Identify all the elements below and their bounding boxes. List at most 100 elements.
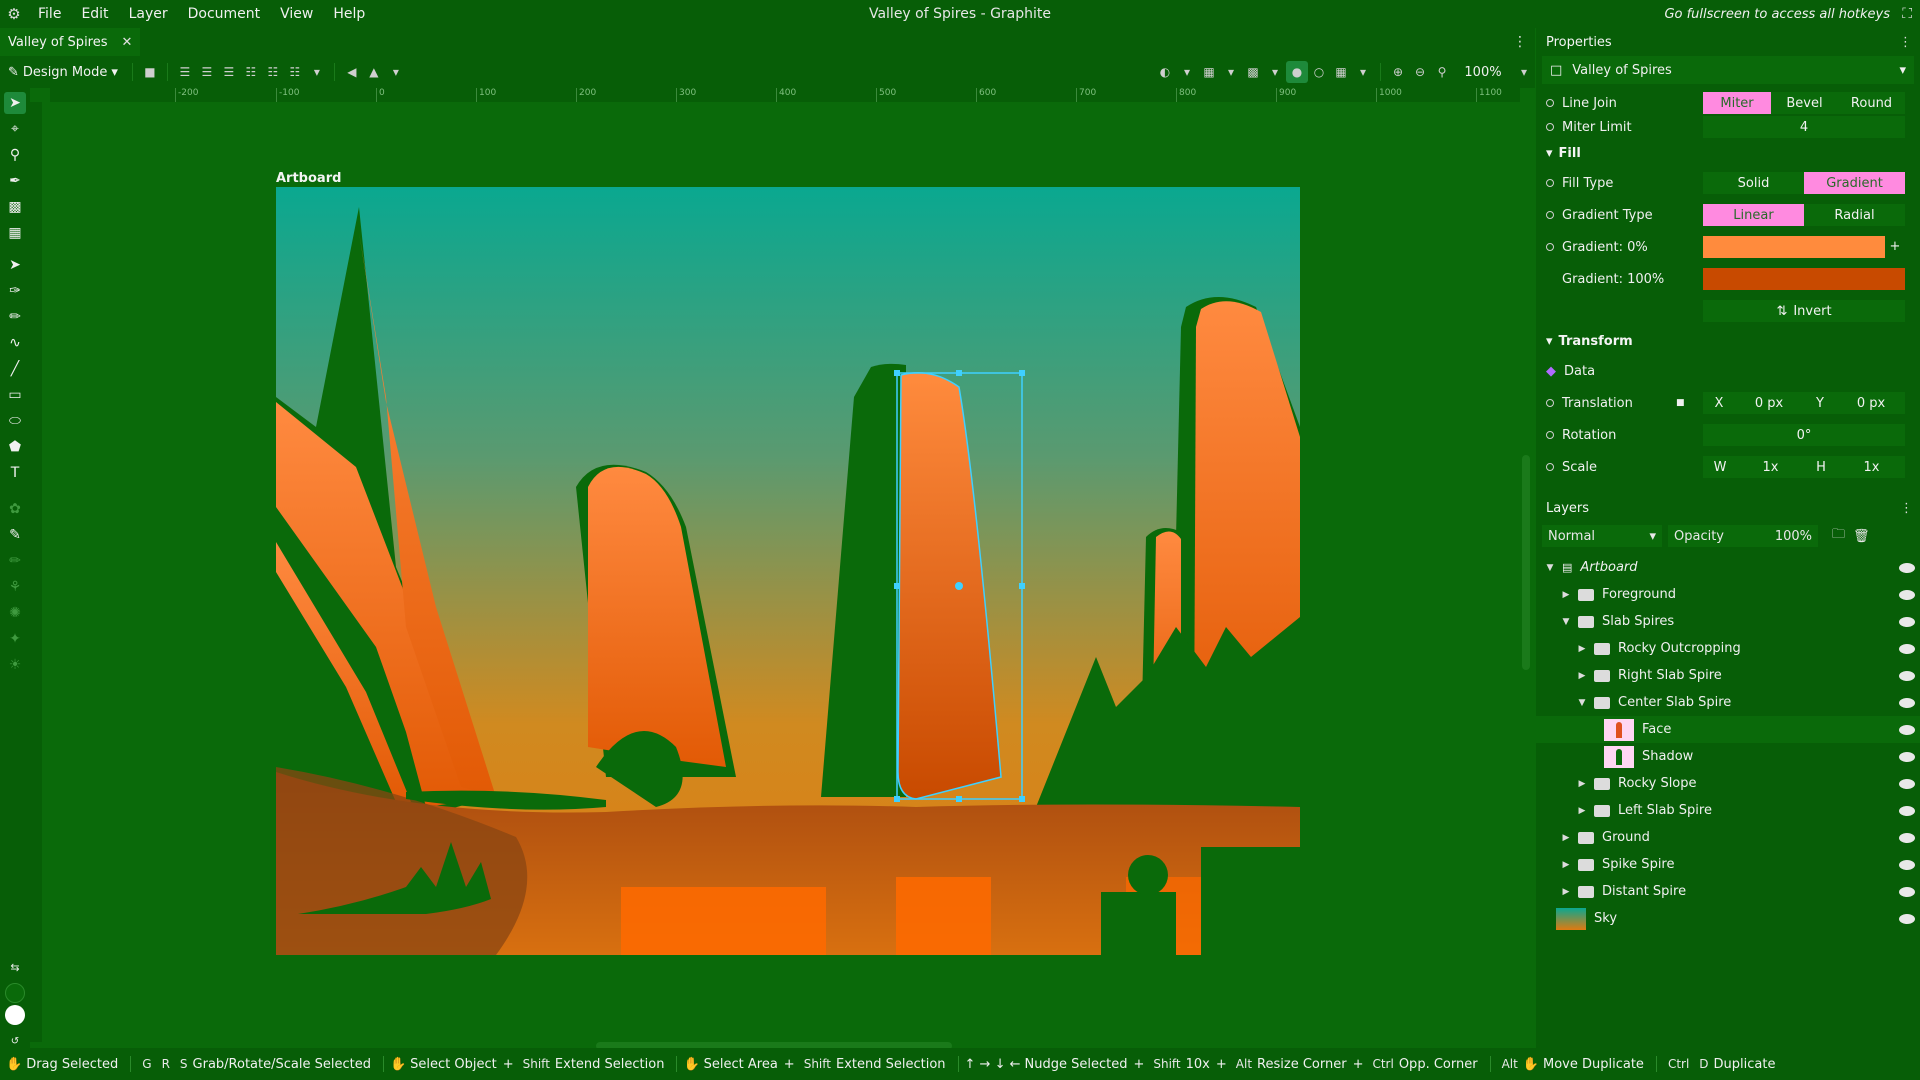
layer-row-rocky-outcropping[interactable]: ▶ Rocky Outcropping [1536, 635, 1920, 662]
handle-top-right[interactable] [1019, 370, 1025, 376]
gradient-stop-0-swatch[interactable] [1703, 236, 1885, 258]
line-join-bevel-button[interactable]: Bevel [1771, 92, 1838, 114]
handle-bottom-left[interactable] [894, 796, 900, 802]
line-join-miter-button[interactable]: Miter [1703, 92, 1771, 114]
text-tool-icon[interactable]: T [4, 462, 26, 484]
layer-row-slab-spires[interactable]: ▼ Slab Spires [1536, 608, 1920, 635]
fullscreen-icon[interactable]: ⛶ [1902, 6, 1912, 22]
keyframe-icon[interactable] [1546, 123, 1554, 131]
snapping-icon[interactable]: ◐ [1154, 61, 1176, 83]
align-top-icon[interactable]: ☷ [240, 61, 262, 83]
keyframe-icon[interactable] [1546, 463, 1554, 471]
menu-document[interactable]: Document [178, 6, 271, 22]
fill-gradient-button[interactable]: Gradient [1804, 172, 1905, 194]
translation-y-input[interactable]: 0 px [1837, 392, 1905, 414]
zoom-options-icon[interactable]: ▾ [1513, 61, 1535, 83]
menu-edit[interactable]: Edit [71, 6, 118, 22]
layer-row-left-slab-spire[interactable]: ▶ Left Slab Spire [1536, 797, 1920, 824]
zoom-reset-icon[interactable]: ⚲ [1431, 61, 1453, 83]
gradient-tool-icon[interactable]: ▦ [4, 222, 26, 244]
link-icon[interactable]: ■ [1676, 398, 1685, 408]
rotation-input[interactable]: 0° [1703, 424, 1905, 446]
layer-row-distant-spire[interactable]: ▶ Distant Spire [1536, 878, 1920, 905]
tab-menu-icon[interactable]: ⋮ [1513, 34, 1527, 50]
spline-tool-icon[interactable]: ∿ [4, 332, 26, 354]
graphite-logo-icon[interactable]: ⚙ [0, 0, 28, 28]
handle-middle-right[interactable] [1019, 583, 1025, 589]
pivot-icon[interactable]: ■ [139, 61, 161, 83]
miter-limit-input[interactable]: 4 [1703, 116, 1905, 138]
fill-section-header[interactable]: ▾ Fill [1546, 146, 1581, 161]
layer-row-shadow[interactable]: Shadow [1536, 743, 1920, 770]
select-tool-icon[interactable]: ➤ [4, 92, 26, 114]
visibility-eye-icon[interactable] [1899, 859, 1915, 870]
flip-vertical-icon[interactable]: ▲ [363, 61, 385, 83]
expand-arrow-icon[interactable]: ▶ [1560, 887, 1572, 897]
design-mode-dropdown[interactable]: ✎ Design Mode ▾ [0, 65, 126, 80]
align-bottom-icon[interactable]: ☷ [284, 61, 306, 83]
visibility-eye-icon[interactable] [1899, 697, 1915, 708]
new-folder-icon[interactable]: 🗀 [1832, 525, 1845, 547]
visibility-eye-icon[interactable] [1899, 670, 1915, 681]
visibility-eye-icon[interactable] [1899, 778, 1915, 789]
collapse-arrow-icon[interactable]: ▼ [1560, 617, 1572, 627]
overlays-options-icon[interactable]: ▾ [1264, 61, 1286, 83]
swap-colors-icon[interactable]: ⇆ [4, 956, 26, 978]
align-center-icon[interactable]: ☰ [196, 61, 218, 83]
visibility-eye-icon[interactable] [1899, 832, 1915, 843]
grid-options-icon[interactable]: ▾ [1220, 61, 1242, 83]
flip-more-icon[interactable]: ▾ [385, 61, 407, 83]
expand-arrow-icon[interactable]: ▶ [1576, 779, 1588, 789]
menu-help[interactable]: Help [323, 6, 375, 22]
gradient-stop-100-swatch[interactable] [1703, 268, 1905, 290]
menu-layer[interactable]: Layer [119, 6, 178, 22]
handle-bottom-right[interactable] [1019, 796, 1025, 802]
gradient-radial-button[interactable]: Radial [1804, 204, 1905, 226]
add-stop-icon[interactable]: + [1885, 236, 1905, 258]
vertical-scrollbar[interactable] [1522, 455, 1530, 670]
properties-menu-icon[interactable]: ⋮ [1899, 35, 1912, 50]
zoom-level-input[interactable]: 100% [1453, 65, 1513, 80]
handle-top-center[interactable] [956, 370, 962, 376]
overlays-icon[interactable]: ▩ [1242, 61, 1264, 83]
keyframe-icon[interactable] [1546, 179, 1554, 187]
collapse-arrow-icon[interactable]: ▼ [1576, 698, 1588, 708]
visibility-eye-icon[interactable] [1899, 805, 1915, 816]
expand-arrow-icon[interactable]: ▶ [1560, 590, 1572, 600]
expand-arrow-icon[interactable]: ▶ [1560, 833, 1572, 843]
artboard-tool-icon[interactable]: ⌖ [4, 118, 26, 140]
path-tool-icon[interactable]: ➤ [4, 254, 26, 276]
pen-tool-icon[interactable]: ✑ [4, 280, 26, 302]
rectangle-tool-icon[interactable]: ▭ [4, 384, 26, 406]
pivot-handle[interactable] [955, 582, 963, 590]
layer-row-artboard[interactable]: ▼ ▤ Artboard [1536, 554, 1920, 581]
visibility-eye-icon[interactable] [1899, 616, 1915, 627]
zoom-out-icon[interactable]: ⊖ [1409, 61, 1431, 83]
navigate-tool-icon[interactable]: ⚲ [4, 144, 26, 166]
primary-color-swatch[interactable] [4, 982, 26, 1004]
layer-row-foreground[interactable]: ▶ Foreground [1536, 581, 1920, 608]
patch-tool-icon[interactable]: ✺ [4, 602, 26, 624]
keyframe-icon[interactable] [1546, 243, 1554, 251]
align-right-icon[interactable]: ☰ [218, 61, 240, 83]
handle-bottom-center[interactable] [956, 796, 962, 802]
layer-row-center-slab-spire[interactable]: ▼ Center Slab Spire [1536, 689, 1920, 716]
detail-tool-icon[interactable]: ✦ [4, 628, 26, 650]
view-mode-outline-icon[interactable]: ○ [1308, 61, 1330, 83]
visibility-eye-icon[interactable] [1899, 589, 1915, 600]
polygon-tool-icon[interactable]: ⬟ [4, 436, 26, 458]
keyframe-icon[interactable] [1546, 399, 1554, 407]
clone-tool-icon[interactable]: ⚘ [4, 576, 26, 598]
menu-view[interactable]: View [270, 6, 323, 22]
visibility-eye-icon[interactable] [1899, 562, 1915, 573]
gradient-linear-button[interactable]: Linear [1703, 204, 1804, 226]
flip-horizontal-icon[interactable]: ◀ [341, 61, 363, 83]
ellipse-tool-icon[interactable]: ⬭ [4, 410, 26, 432]
align-more-icon[interactable]: ▾ [306, 61, 328, 83]
brush-tool-icon[interactable]: ✎ [4, 524, 26, 546]
secondary-color-swatch[interactable] [4, 1004, 26, 1026]
grid-icon[interactable]: ▦ [1198, 61, 1220, 83]
freehand-tool-icon[interactable]: ✏ [4, 306, 26, 328]
close-tab-icon[interactable]: ✕ [122, 35, 133, 50]
artboard-label[interactable]: Artboard [276, 171, 341, 186]
